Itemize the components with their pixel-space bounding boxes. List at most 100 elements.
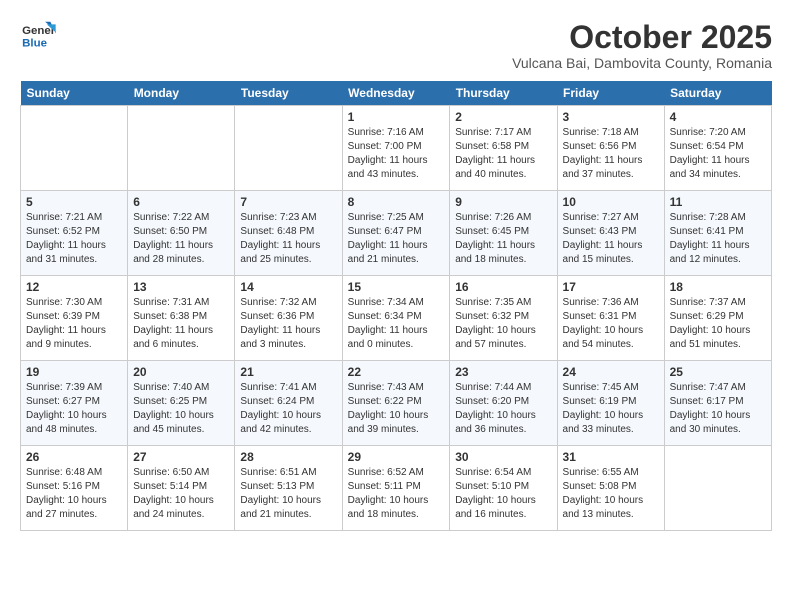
- day-number: 7: [240, 195, 336, 209]
- day-info: Sunrise: 6:48 AM Sunset: 5:16 PM Dayligh…: [26, 466, 122, 522]
- col-friday: Friday: [557, 81, 664, 106]
- calendar-cell: 14 Sunrise: 7:32 AM Sunset: 6:36 PM Dayli…: [235, 276, 342, 361]
- day-number: 5: [26, 195, 122, 209]
- calendar-cell: 23Sunrise: 7:44 AM Sunset: 6:20 PM Dayli…: [450, 361, 557, 446]
- day-number: 9: [455, 195, 551, 209]
- day-number: 21: [240, 365, 336, 379]
- calendar-cell: 5 Sunrise: 7:21 AM Sunset: 6:52 PM Daylig…: [21, 191, 128, 276]
- calendar-cell: 26 Sunrise: 6:48 AM Sunset: 5:16 PM Dayli…: [21, 446, 128, 531]
- calendar-cell: 30 Sunrise: 6:54 AM Sunset: 5:10 PM Dayli…: [450, 446, 557, 531]
- calendar-cell: 27 Sunrise: 6:50 AM Sunset: 5:14 PM Dayli…: [128, 446, 235, 531]
- day-info: Sunrise: 6:55 AM Sunset: 5:08 PM Dayligh…: [563, 466, 659, 522]
- day-number: 16: [455, 280, 551, 294]
- day-number: 8: [348, 195, 445, 209]
- day-info: Sunrise: 7:45 AM Sunset: 6:19 PM Dayligh…: [563, 381, 659, 437]
- day-info: Sunrise: 7:47 AM Sunset: 6:17 PM Dayligh…: [670, 381, 766, 437]
- calendar-week-4: 19 Sunrise: 7:39 AM Sunset: 6:27 PM Dayli…: [21, 361, 772, 446]
- title-block: October 2025 Vulcana Bai, Dambovita Coun…: [512, 20, 772, 71]
- calendar-cell: 8 Sunrise: 7:25 AM Sunset: 6:47 PM Daylig…: [342, 191, 450, 276]
- calendar-cell: [235, 106, 342, 191]
- day-number: 22: [348, 365, 445, 379]
- calendar-cell: 19 Sunrise: 7:39 AM Sunset: 6:27 PM Dayli…: [21, 361, 128, 446]
- day-info: Sunrise: 7:18 AM Sunset: 6:56 PM Dayligh…: [563, 126, 659, 182]
- day-number: 12: [26, 280, 122, 294]
- day-number: 27: [133, 450, 229, 464]
- day-number: 11: [670, 195, 766, 209]
- day-info: Sunrise: 7:43 AM Sunset: 6:22 PM Dayligh…: [348, 381, 445, 437]
- calendar-cell: [21, 106, 128, 191]
- calendar-cell: 11 Sunrise: 7:28 AM Sunset: 6:41 PM Dayli…: [664, 191, 771, 276]
- day-info: Sunrise: 7:30 AM Sunset: 6:39 PM Dayligh…: [26, 296, 122, 352]
- calendar-cell: 4 Sunrise: 7:20 AM Sunset: 6:54 PM Daylig…: [664, 106, 771, 191]
- calendar-body: 1 Sunrise: 7:16 AM Sunset: 7:00 PM Daylig…: [21, 106, 772, 531]
- calendar-cell: 25 Sunrise: 7:47 AM Sunset: 6:17 PM Dayli…: [664, 361, 771, 446]
- day-number: 1: [348, 110, 445, 124]
- day-number: 24: [563, 365, 659, 379]
- day-info: Sunrise: 7:22 AM Sunset: 6:50 PM Dayligh…: [133, 211, 229, 267]
- day-info: Sunrise: 6:54 AM Sunset: 5:10 PM Dayligh…: [455, 466, 551, 522]
- day-number: 3: [563, 110, 659, 124]
- logo: General Blue: [20, 20, 56, 50]
- calendar-cell: 13 Sunrise: 7:31 AM Sunset: 6:38 PM Dayli…: [128, 276, 235, 361]
- day-info: Sunrise: 7:21 AM Sunset: 6:52 PM Dayligh…: [26, 211, 122, 267]
- day-info: Sunrise: 7:25 AM Sunset: 6:47 PM Dayligh…: [348, 211, 445, 267]
- day-number: 29: [348, 450, 445, 464]
- calendar-cell: 2Sunrise: 7:17 AM Sunset: 6:58 PM Daylig…: [450, 106, 557, 191]
- day-number: 30: [455, 450, 551, 464]
- calendar-week-3: 12 Sunrise: 7:30 AM Sunset: 6:39 PM Dayli…: [21, 276, 772, 361]
- day-number: 4: [670, 110, 766, 124]
- calendar-cell: 31 Sunrise: 6:55 AM Sunset: 5:08 PM Dayli…: [557, 446, 664, 531]
- svg-text:Blue: Blue: [22, 37, 47, 49]
- day-info: Sunrise: 6:52 AM Sunset: 5:11 PM Dayligh…: [348, 466, 445, 522]
- calendar-cell: 28 Sunrise: 6:51 AM Sunset: 5:13 PM Dayli…: [235, 446, 342, 531]
- day-number: 15: [348, 280, 445, 294]
- calendar-cell: 6 Sunrise: 7:22 AM Sunset: 6:50 PM Daylig…: [128, 191, 235, 276]
- day-number: 17: [563, 280, 659, 294]
- calendar-cell: 9 Sunrise: 7:26 AM Sunset: 6:45 PM Daylig…: [450, 191, 557, 276]
- day-info: Sunrise: 7:16 AM Sunset: 7:00 PM Dayligh…: [348, 126, 445, 182]
- calendar-cell: 18Sunrise: 7:37 AM Sunset: 6:29 PM Dayli…: [664, 276, 771, 361]
- day-info: Sunrise: 7:41 AM Sunset: 6:24 PM Dayligh…: [240, 381, 336, 437]
- day-info: Sunrise: 7:26 AM Sunset: 6:45 PM Dayligh…: [455, 211, 551, 267]
- day-info: Sunrise: 7:44 AM Sunset: 6:20 PM Dayligh…: [455, 381, 551, 437]
- day-info: Sunrise: 7:32 AM Sunset: 6:36 PM Dayligh…: [240, 296, 336, 352]
- col-saturday: Saturday: [664, 81, 771, 106]
- day-info: Sunrise: 7:36 AM Sunset: 6:31 PM Dayligh…: [563, 296, 659, 352]
- day-number: 25: [670, 365, 766, 379]
- day-number: 18: [670, 280, 766, 294]
- day-info: Sunrise: 7:23 AM Sunset: 6:48 PM Dayligh…: [240, 211, 336, 267]
- logo-icon: General Blue: [20, 20, 56, 50]
- day-number: 28: [240, 450, 336, 464]
- day-number: 19: [26, 365, 122, 379]
- calendar-cell: 3 Sunrise: 7:18 AM Sunset: 6:56 PM Daylig…: [557, 106, 664, 191]
- calendar-cell: 17 Sunrise: 7:36 AM Sunset: 6:31 PM Dayli…: [557, 276, 664, 361]
- calendar-cell: 1 Sunrise: 7:16 AM Sunset: 7:00 PM Daylig…: [342, 106, 450, 191]
- col-thursday: Thursday: [450, 81, 557, 106]
- calendar-cell: 20Sunrise: 7:40 AM Sunset: 6:25 PM Dayli…: [128, 361, 235, 446]
- day-info: Sunrise: 7:31 AM Sunset: 6:38 PM Dayligh…: [133, 296, 229, 352]
- calendar-cell: [664, 446, 771, 531]
- day-info: Sunrise: 7:39 AM Sunset: 6:27 PM Dayligh…: [26, 381, 122, 437]
- calendar-cell: 10 Sunrise: 7:27 AM Sunset: 6:43 PM Dayli…: [557, 191, 664, 276]
- day-info: Sunrise: 6:50 AM Sunset: 5:14 PM Dayligh…: [133, 466, 229, 522]
- col-sunday: Sunday: [21, 81, 128, 106]
- day-number: 13: [133, 280, 229, 294]
- page-header: General Blue October 2025 Vulcana Bai, D…: [20, 20, 772, 71]
- calendar-cell: 24 Sunrise: 7:45 AM Sunset: 6:19 PM Dayli…: [557, 361, 664, 446]
- calendar-cell: 29 Sunrise: 6:52 AM Sunset: 5:11 PM Dayli…: [342, 446, 450, 531]
- day-info: Sunrise: 7:34 AM Sunset: 6:34 PM Dayligh…: [348, 296, 445, 352]
- day-info: Sunrise: 7:20 AM Sunset: 6:54 PM Dayligh…: [670, 126, 766, 182]
- day-number: 6: [133, 195, 229, 209]
- day-number: 31: [563, 450, 659, 464]
- day-info: Sunrise: 6:51 AM Sunset: 5:13 PM Dayligh…: [240, 466, 336, 522]
- day-info: Sunrise: 7:17 AM Sunset: 6:58 PM Dayligh…: [455, 126, 551, 182]
- day-number: 26: [26, 450, 122, 464]
- calendar-cell: 15 Sunrise: 7:34 AM Sunset: 6:34 PM Dayli…: [342, 276, 450, 361]
- day-info: Sunrise: 7:28 AM Sunset: 6:41 PM Dayligh…: [670, 211, 766, 267]
- day-number: 14: [240, 280, 336, 294]
- calendar-week-2: 5 Sunrise: 7:21 AM Sunset: 6:52 PM Daylig…: [21, 191, 772, 276]
- day-info: Sunrise: 7:27 AM Sunset: 6:43 PM Dayligh…: [563, 211, 659, 267]
- month-title: October 2025: [512, 20, 772, 55]
- day-number: 10: [563, 195, 659, 209]
- col-wednesday: Wednesday: [342, 81, 450, 106]
